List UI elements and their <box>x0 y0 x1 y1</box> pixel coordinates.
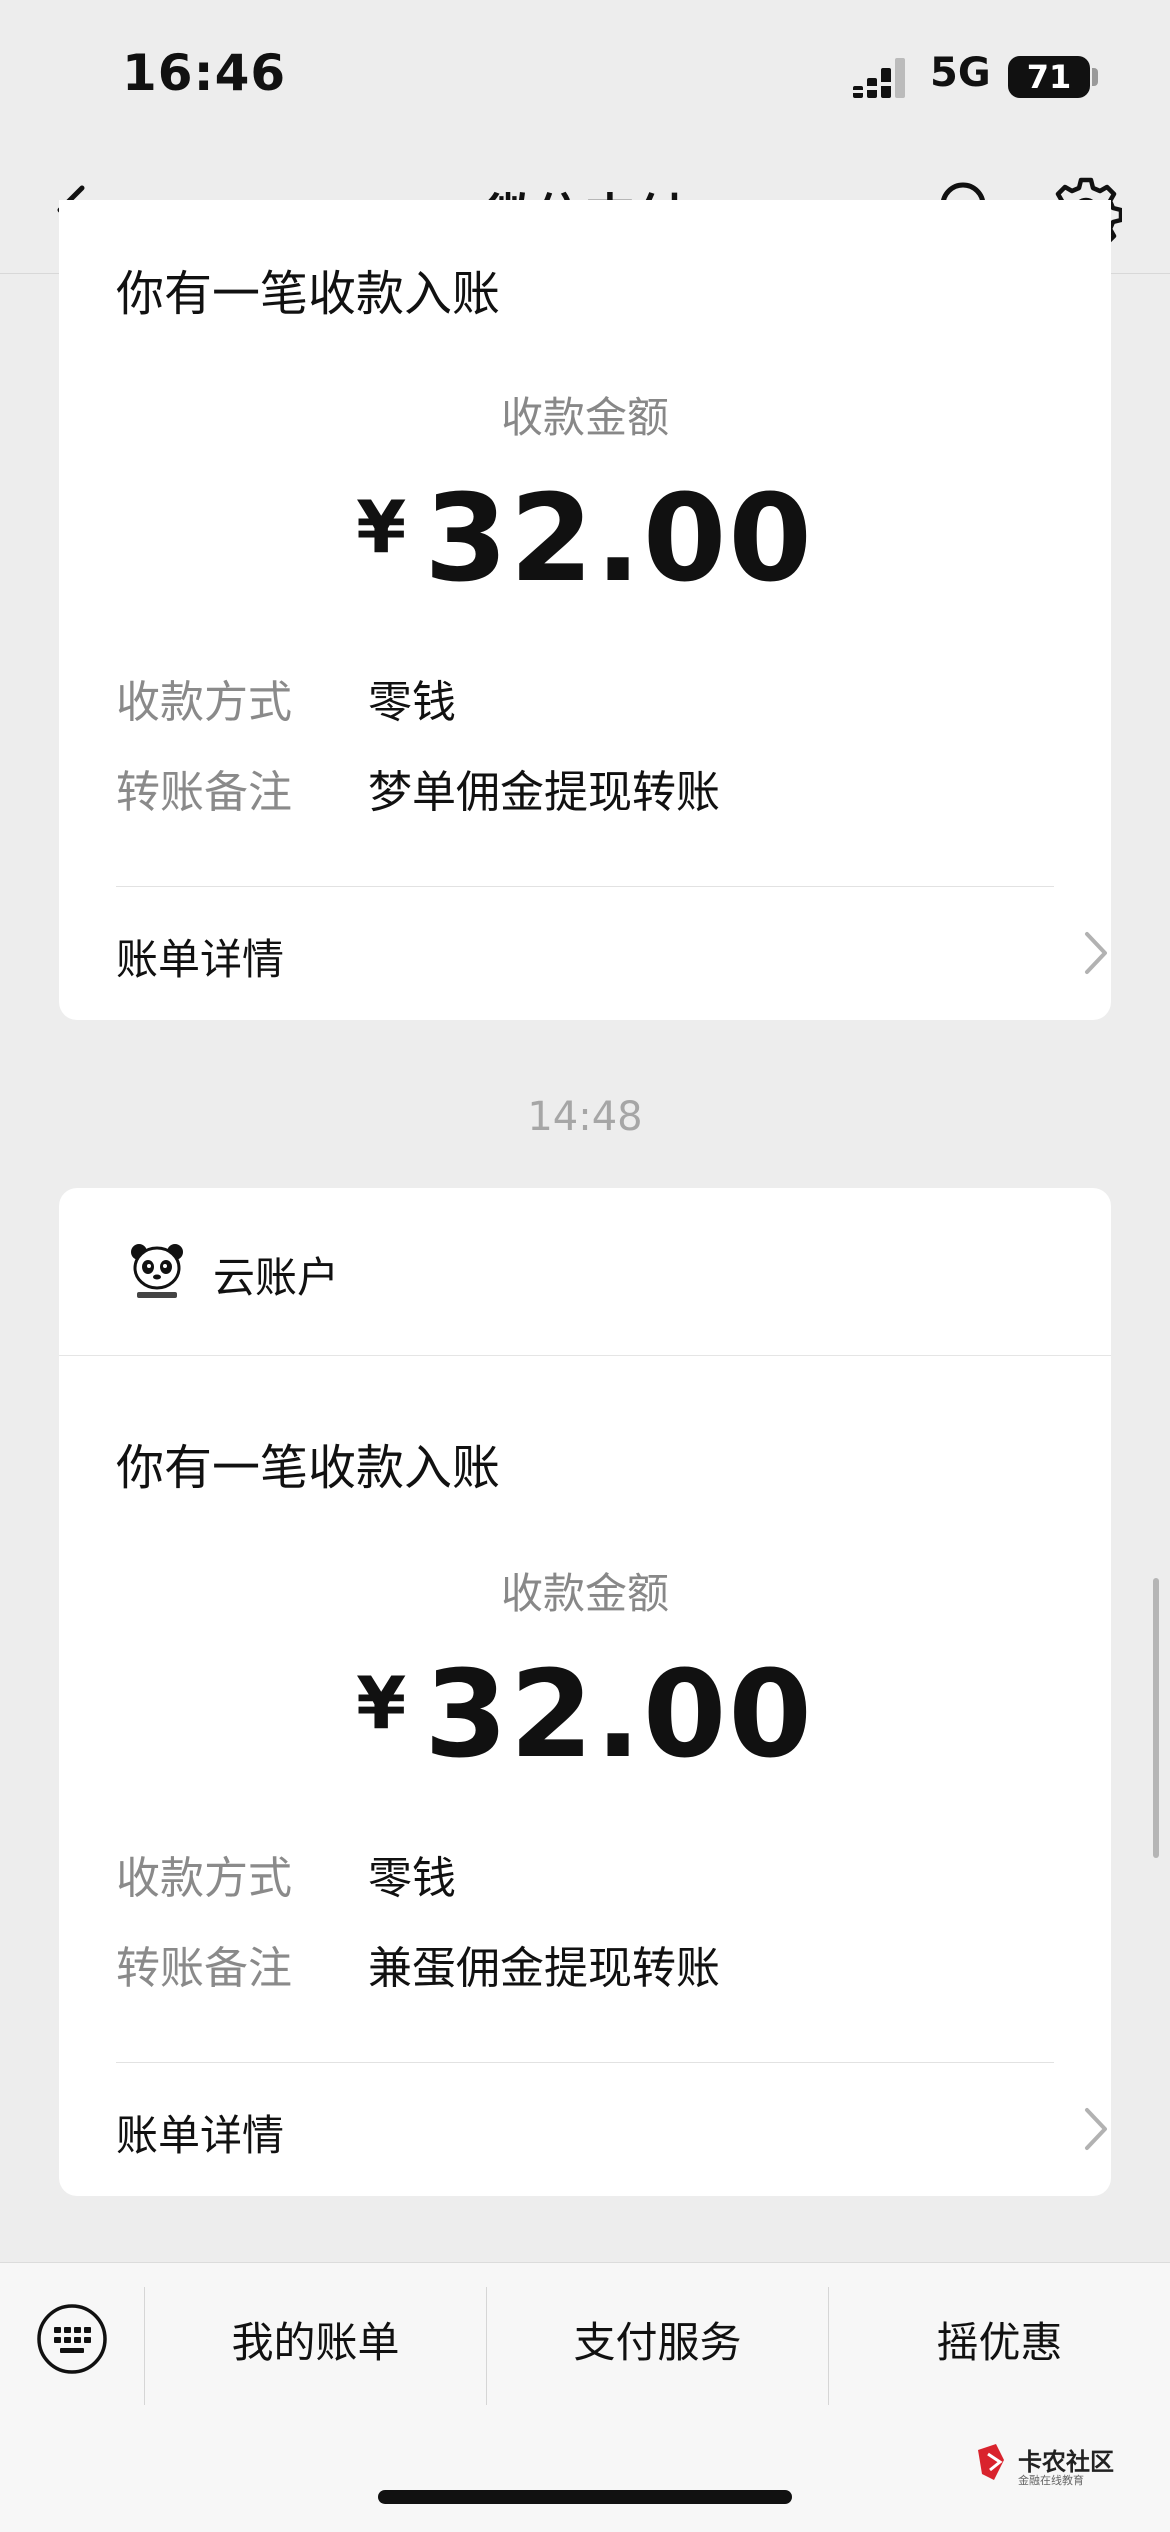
network-type: 5G <box>930 50 991 96</box>
remark-label: 转账备注 <box>116 767 292 818</box>
amount-label: 收款金额 <box>500 1569 669 1618</box>
remark-label: 转账备注 <box>116 1943 292 1994</box>
amount-label: 收款金额 <box>500 393 669 442</box>
keyboard-icon[interactable] <box>36 2303 108 2375</box>
remark-value: 梦单佣金提现转账 <box>368 767 720 818</box>
status-bar: 16:46 5G 71 <box>0 0 1170 150</box>
battery-cap <box>1092 68 1098 86</box>
chevron-right-icon[interactable] <box>1079 2106 1113 2152</box>
bill-detail-link[interactable]: 账单详情 <box>116 926 284 987</box>
currency-symbol: ¥ <box>356 1661 407 1745</box>
method-value: 零钱 <box>368 677 456 728</box>
chevron-right-icon[interactable] <box>1079 930 1111 976</box>
signal-icon <box>853 58 905 98</box>
amount-value: ¥32.00 <box>59 470 1111 609</box>
method-label: 收款方式 <box>116 677 292 728</box>
divider <box>116 2062 1054 2063</box>
currency-symbol: ¥ <box>356 485 407 569</box>
scrollbar[interactable] <box>1153 1578 1159 1858</box>
amount-value: ¥32.00 <box>59 1646 1111 1785</box>
tab-payment-services[interactable]: 支付服务 <box>487 2309 828 2369</box>
message-time: 14:48 <box>527 1094 643 1140</box>
tab-shake-offers[interactable]: 摇优惠 <box>829 2309 1170 2369</box>
method-value: 零钱 <box>368 1853 456 1904</box>
amount-number: 32.00 <box>424 470 814 609</box>
method-label: 收款方式 <box>116 1853 292 1904</box>
payment-card: 云账户 你有一笔收款入账 收款金额 ¥32.00 收款方式 零钱 转账备注 兼蛋… <box>59 1188 1111 2196</box>
watermark-tagline: 金融在线教育 <box>1018 2474 1084 2487</box>
receipt-title: 你有一笔收款入账 <box>116 1440 501 1496</box>
home-indicator <box>378 2490 792 2504</box>
panda-avatar-icon <box>131 1244 183 1298</box>
battery-level: 71 <box>1008 56 1090 98</box>
amount-number: 32.00 <box>424 1646 814 1785</box>
bill-detail-link[interactable]: 账单详情 <box>116 2102 284 2163</box>
remark-value: 兼蛋佣金提现转账 <box>368 1943 720 1994</box>
card-header[interactable]: 云账户 <box>59 1188 1111 1356</box>
account-name: 云账户 <box>213 1253 340 1302</box>
tab-my-bills[interactable]: 我的账单 <box>145 2309 486 2369</box>
payment-card: 你有一笔收款入账 收款金额 ¥32.00 收款方式 零钱 转账备注 梦单佣金提现… <box>59 200 1111 1020</box>
status-time: 16:46 <box>122 44 287 102</box>
divider <box>116 886 1054 887</box>
receipt-title: 你有一笔收款入账 <box>116 266 501 322</box>
